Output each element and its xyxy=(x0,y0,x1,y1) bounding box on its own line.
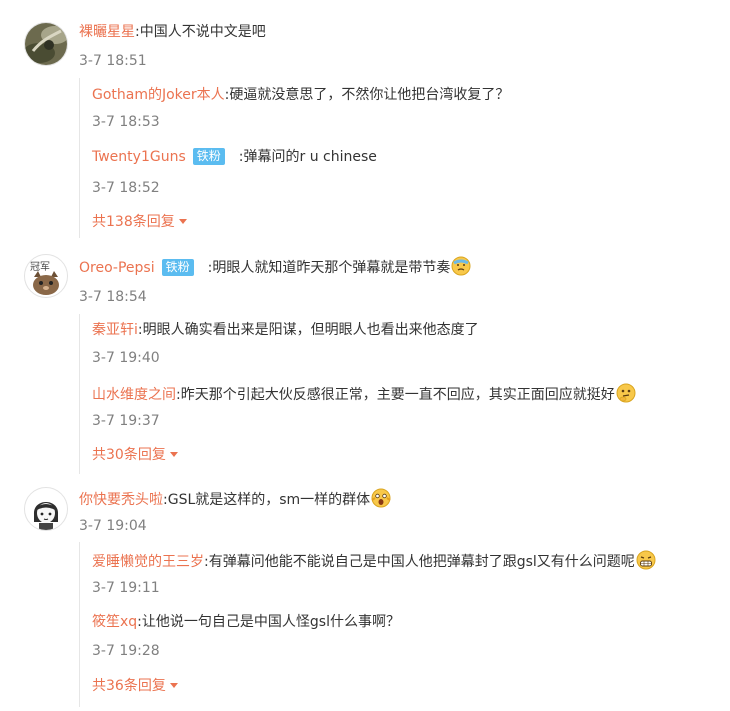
reply-time: 3-7 18:53 xyxy=(92,114,160,130)
comment-author[interactable]: 裸曬星星 xyxy=(79,24,135,40)
avatar[interactable]: 冠军 xyxy=(24,254,68,298)
reply-body: 筱笙xq:让他说一句自己是中国人怪gsl什么事啊？ xyxy=(92,614,400,630)
avatar-girl-sketch-icon xyxy=(25,488,67,530)
comment-time: 3-7 19:04 xyxy=(79,518,147,534)
avatar[interactable] xyxy=(24,22,68,66)
reply-text: 昨天那个引起大伙反感很正常，主要一直不回应，其实正面回应就挺好 xyxy=(180,387,615,403)
reply-text: 明眼人确实看出来是阳谋，但明眼人也看出来他态度了 xyxy=(142,322,479,338)
more-replies-link[interactable]: 共36条回复 xyxy=(92,676,178,696)
reply-author[interactable]: 秦亚轩i xyxy=(92,322,138,338)
fan-badge: 铁粉 xyxy=(192,148,225,165)
thinking-emoji-icon xyxy=(616,383,636,403)
reply-text: 有弹幕问他能不能说自己是中国人他把弹幕封了跟gsl又有什么问题呢 xyxy=(208,554,635,570)
reply-text: 让他说一句自己是中国人怪gsl什么事啊？ xyxy=(141,614,400,630)
reply-author[interactable]: 爱睡懒觉的王三岁 xyxy=(92,554,204,570)
comment-time: 3-7 18:51 xyxy=(79,53,147,69)
reply-time: 3-7 18:52 xyxy=(92,180,160,196)
reply-body: Gotham的Joker本人:硬逼就没意思了，不然你让他把台湾收复了？ xyxy=(92,87,510,103)
reply-body: 爱睡懒觉的王三岁:有弹幕问他能不能说自己是中国人他把弹幕封了跟gsl又有什么问题… xyxy=(92,550,656,572)
comment-author[interactable]: 你快要秃头啦 xyxy=(79,492,163,508)
comment-text: 明眼人就知道昨天那个弹幕就是带节奏 xyxy=(212,260,451,276)
avatar[interactable] xyxy=(24,487,68,531)
comment-text: GSL就是这样的，sm一样的群体 xyxy=(167,492,371,508)
reply-text: 硬逼就没意思了，不然你让他把台湾收复了？ xyxy=(229,87,510,103)
avatar-photo-icon xyxy=(25,23,67,65)
reply-body: 秦亚轩i:明眼人确实看出来是阳谋，但明眼人也看出来他态度了 xyxy=(92,322,479,338)
reply-time: 3-7 19:40 xyxy=(92,350,160,366)
comment-time: 3-7 18:54 xyxy=(79,289,147,305)
comment-body: 裸曬星星:中国人不说中文是吧 xyxy=(79,24,266,40)
comment-text: 中国人不说中文是吧 xyxy=(139,24,266,40)
shocked-emoji-icon xyxy=(371,488,391,508)
grin-emoji-icon xyxy=(636,550,656,570)
caret-down-icon xyxy=(169,683,178,688)
reply-body: 山水维度之间:昨天那个引起大伙反感很正常，主要一直不回应，其实正面回应就挺好 xyxy=(92,383,636,405)
reply-body: Twenty1Guns 铁粉:弹幕问的r u chinese xyxy=(92,148,377,165)
caret-down-icon xyxy=(178,219,187,224)
more-replies-link[interactable]: 共138条回复 xyxy=(92,212,187,232)
reply-time: 3-7 19:11 xyxy=(92,580,160,596)
reply-author[interactable]: 山水维度之间 xyxy=(92,387,176,403)
reply-time: 3-7 19:28 xyxy=(92,643,160,659)
reply-text: 弹幕问的r u chinese xyxy=(243,149,377,165)
avatar-cat-icon: 冠军 xyxy=(25,255,67,297)
fan-badge: 铁粉 xyxy=(161,259,194,276)
comment-body: Oreo-Pepsi 铁粉:明眼人就知道昨天那个弹幕就是带节奏 xyxy=(79,256,471,278)
comment-author[interactable]: Oreo-Pepsi xyxy=(79,260,155,276)
reply-author[interactable]: Twenty1Guns xyxy=(92,149,186,165)
svg-text:冠军: 冠军 xyxy=(30,261,50,273)
more-replies-link[interactable]: 共30条回复 xyxy=(92,445,178,465)
reply-time: 3-7 19:37 xyxy=(92,413,160,429)
comment-body: 你快要秃头啦:GSL就是这样的，sm一样的群体 xyxy=(79,488,391,510)
reply-author[interactable]: 筱笙xq xyxy=(92,614,137,630)
sweat-emoji-icon xyxy=(451,256,471,276)
caret-down-icon xyxy=(169,452,178,457)
reply-author[interactable]: Gotham的Joker本人 xyxy=(92,87,225,103)
